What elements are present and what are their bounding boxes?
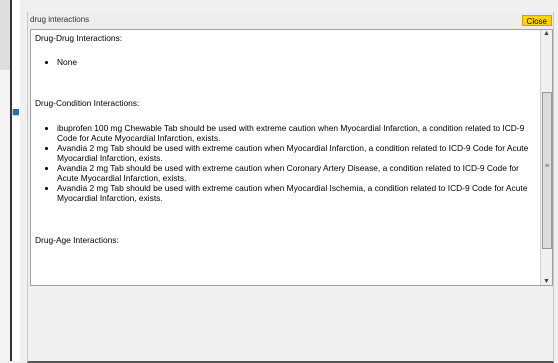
list-item: Avandia 2 mg Tab should be used with ext… bbox=[57, 163, 535, 183]
drug-condition-heading: Drug-Condition Interactions: bbox=[35, 98, 140, 108]
background-window: ■ bbox=[0, 0, 20, 361]
list-item: Avandia 2 mg Tab should be used with ext… bbox=[57, 143, 535, 163]
drug-condition-list: ibuprofen 100 mg Chewable Tab should be … bbox=[35, 123, 535, 203]
list-item: None bbox=[57, 57, 535, 67]
content-scrollbar[interactable]: ▲ ≡ ▼ bbox=[540, 30, 552, 285]
background-fragment-icon: ■ bbox=[12, 104, 20, 119]
drug-drug-list: None bbox=[35, 57, 535, 67]
list-item: Avandia 2 mg Tab should be used with ext… bbox=[57, 183, 535, 203]
list-item: ibuprofen 100 mg Chewable Tab should be … bbox=[57, 123, 535, 143]
dialog-title: drug interactions bbox=[30, 15, 90, 24]
background-sidebar bbox=[0, 0, 12, 361]
drug-interactions-dialog: drug interactions Close Drug-Drug Intera… bbox=[27, 12, 554, 363]
drug-age-heading: Drug-Age Interactions: bbox=[35, 235, 119, 245]
background-sidebar-thumb bbox=[0, 0, 10, 70]
scroll-thumb[interactable]: ≡ bbox=[542, 92, 552, 249]
scroll-down-arrow-icon[interactable]: ▼ bbox=[543, 278, 550, 285]
scroll-up-arrow-icon[interactable]: ▲ bbox=[543, 30, 550, 37]
interactions-content: Drug-Drug Interactions: None Drug-Condit… bbox=[35, 33, 535, 245]
scroll-grip-icon: ≡ bbox=[544, 163, 550, 170]
interactions-content-area[interactable]: Drug-Drug Interactions: None Drug-Condit… bbox=[30, 29, 553, 286]
dialog-bottom-pane bbox=[28, 286, 553, 359]
drug-drug-heading: Drug-Drug Interactions: bbox=[35, 33, 123, 43]
dialog-titlebar: drug interactions Close bbox=[28, 12, 553, 29]
close-button[interactable]: Close bbox=[521, 15, 552, 26]
